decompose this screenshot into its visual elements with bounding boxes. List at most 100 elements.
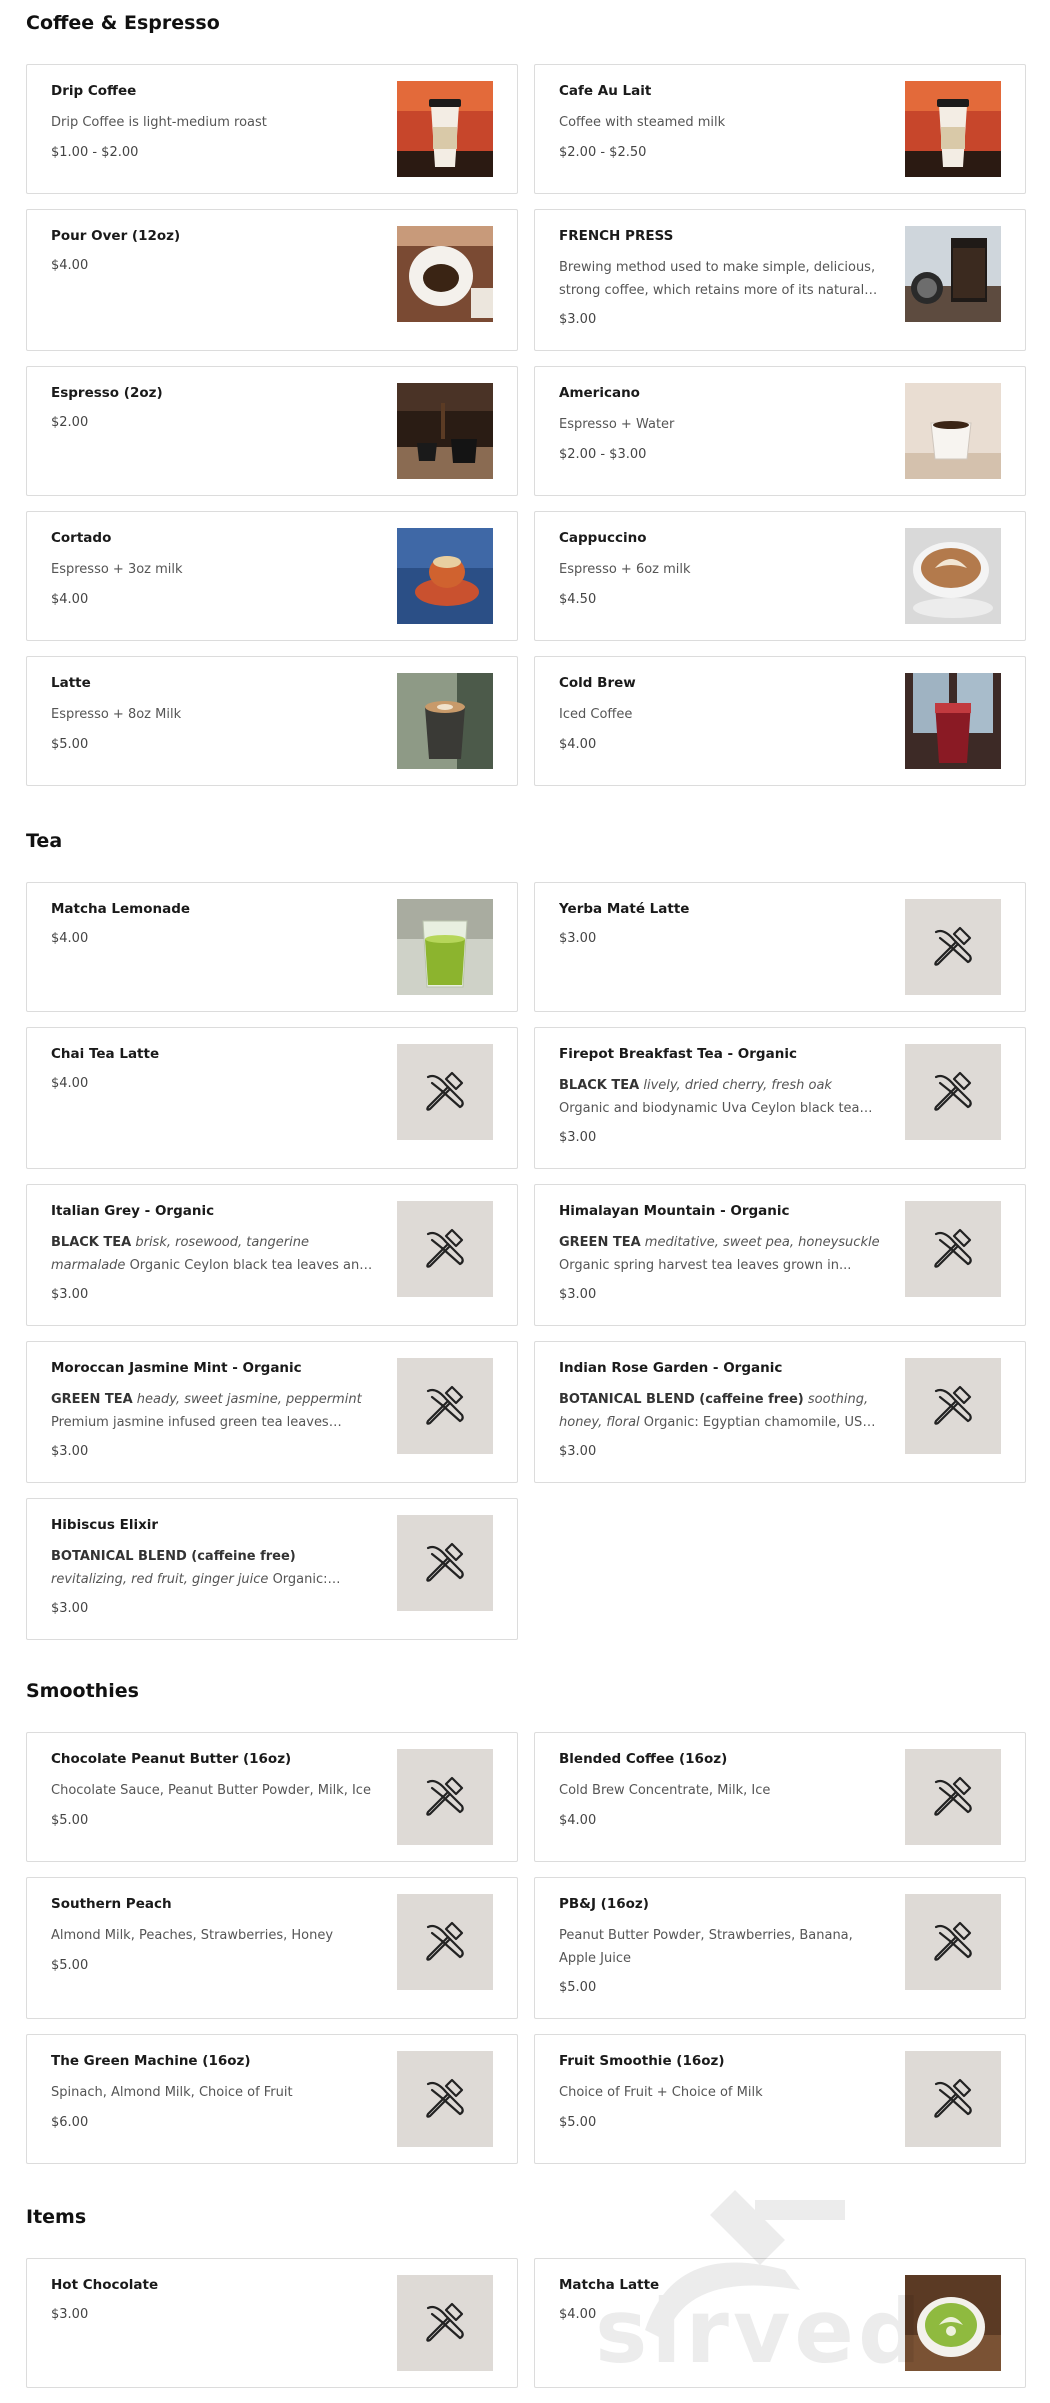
item-description: Drip Coffee is light-medium roast	[51, 115, 267, 130]
item-name: Yerba Maté Latte	[559, 901, 690, 917]
item-name: Cortado	[51, 530, 112, 546]
menu-item-cold-brew[interactable]: Cold Brew Iced Coffee $4.00	[534, 656, 1026, 786]
menu-item-southern-peach[interactable]: Southern Peach Almond Milk, Peaches, Str…	[26, 1877, 518, 2019]
item-name: Blended Coffee (16oz)	[559, 1751, 728, 1767]
item-price: $4.00	[559, 1813, 597, 1828]
item-price: $6.00	[51, 2115, 89, 2130]
pour-over-photo	[397, 226, 493, 322]
item-price: $3.00	[51, 1287, 89, 1302]
menu-item-hot-chocolate[interactable]: Hot Chocolate $3.00	[26, 2258, 518, 2388]
item-description: Espresso + Water	[559, 417, 675, 432]
tea-type: GREEN TEA	[51, 1392, 133, 1407]
item-description: BOTANICAL BLEND (caffeine free) revitali…	[51, 1545, 373, 1591]
item-description: GREEN TEA heady, sweet jasmine, peppermi…	[51, 1388, 373, 1434]
item-price: $2.00 - $2.50	[559, 145, 647, 160]
item-description: Almond Milk, Peaches, Strawberries, Hone…	[51, 1928, 334, 1943]
item-price: $5.00	[51, 1958, 89, 1973]
item-description: Coffee with steamed milk	[559, 115, 726, 130]
section-title-items: Items	[26, 2206, 87, 2228]
fork-knife-icon	[397, 1515, 493, 1611]
item-description: Chocolate Sauce, Peanut Butter Powder, M…	[51, 1783, 371, 1798]
item-name: Matcha Latte	[559, 2277, 660, 2293]
cold-brew-photo	[905, 673, 1001, 769]
fork-knife-icon	[905, 1044, 1001, 1140]
item-price: $3.00	[559, 1287, 597, 1302]
menu-item-indian-rose-garden[interactable]: Indian Rose Garden - Organic BOTANICAL B…	[534, 1341, 1026, 1483]
item-price: $4.00	[51, 1076, 89, 1091]
description-text: Organic and biodynamic Uva Ceylon black …	[559, 1101, 860, 1116]
tea-type: BOTANICAL BLEND (caffeine free)	[559, 1392, 804, 1407]
menu-item-chai-tea-latte[interactable]: Chai Tea Latte $4.00	[26, 1027, 518, 1169]
menu-item-hibiscus-elixir[interactable]: Hibiscus Elixir BOTANICAL BLEND (caffein…	[26, 1498, 518, 1640]
menu-item-americano[interactable]: Americano Espresso + Water $2.00 - $3.00	[534, 366, 1026, 496]
tasting-notes: lively, dried cherry, fresh oak	[643, 1078, 832, 1093]
fork-knife-icon	[397, 2275, 493, 2371]
french-press-photo	[905, 226, 1001, 322]
menu-item-yerba-mate-latte[interactable]: Yerba Maté Latte $3.00	[534, 882, 1026, 1012]
item-name: Espresso (2oz)	[51, 385, 163, 401]
matcha-lemonade-photo	[397, 899, 493, 995]
menu-item-cappuccino[interactable]: Cappuccino Espresso + 6oz milk $4.50	[534, 511, 1026, 641]
item-name: Cold Brew	[559, 675, 636, 691]
menu-item-himalayan-mountain[interactable]: Himalayan Mountain - Organic GREEN TEA m…	[534, 1184, 1026, 1326]
item-price: $3.00	[559, 1444, 597, 1459]
tea-type: BLACK TEA	[559, 1078, 640, 1093]
item-price: $5.00	[51, 737, 89, 752]
tasting-notes: meditative, sweet pea, honeysuckle	[644, 1235, 880, 1250]
menu-item-french-press[interactable]: FRENCH PRESS Brewing method used to make…	[534, 209, 1026, 351]
item-name: The Green Machine (16oz)	[51, 2053, 251, 2069]
tasting-notes: revitalizing, red fruit, ginger juice	[51, 1572, 269, 1587]
tea-type: BOTANICAL BLEND (caffeine free)	[51, 1549, 296, 1564]
item-name: Drip Coffee	[51, 83, 137, 99]
item-name: Italian Grey - Organic	[51, 1203, 215, 1219]
item-name: Hibiscus Elixir	[51, 1517, 159, 1533]
menu-item-blended-coffee[interactable]: Blended Coffee (16oz) Cold Brew Concentr…	[534, 1732, 1026, 1862]
item-name: FRENCH PRESS	[559, 228, 674, 244]
menu-item-firepot-breakfast-tea[interactable]: Firepot Breakfast Tea - Organic BLACK TE…	[534, 1027, 1026, 1169]
coffee-cup-photo	[397, 81, 493, 177]
menu-item-moroccan-jasmine-mint[interactable]: Moroccan Jasmine Mint - Organic GREEN TE…	[26, 1341, 518, 1483]
section-title-smoothies: Smoothies	[26, 1680, 139, 1702]
item-price: $3.00	[559, 312, 597, 327]
fork-knife-icon	[905, 899, 1001, 995]
item-name: Southern Peach	[51, 1896, 172, 1912]
menu-item-matcha-lemonade[interactable]: Matcha Lemonade $4.00	[26, 882, 518, 1012]
item-name: Himalayan Mountain - Organic	[559, 1203, 790, 1219]
item-price: $4.00	[51, 258, 89, 273]
fork-knife-icon	[905, 1749, 1001, 1845]
coffee-cup-photo	[905, 81, 1001, 177]
item-description: Brewing method used to make simple, deli…	[559, 260, 876, 298]
item-description: BLACK TEA lively, dried cherry, fresh oa…	[559, 1074, 881, 1120]
fork-knife-icon	[905, 1201, 1001, 1297]
menu-item-matcha-latte[interactable]: Matcha Latte $4.00	[534, 2258, 1026, 2388]
menu-item-cafe-au-lait[interactable]: Cafe Au Lait Coffee with steamed milk $2…	[534, 64, 1026, 194]
menu-item-italian-grey[interactable]: Italian Grey - Organic BLACK TEA brisk, …	[26, 1184, 518, 1326]
tasting-notes: heady, sweet jasmine, peppermint	[136, 1392, 362, 1407]
menu-item-pbj[interactable]: PB&J (16oz) Peanut Butter Powder, Strawb…	[534, 1877, 1026, 2019]
item-name: Latte	[51, 675, 91, 691]
espresso-photo	[397, 383, 493, 479]
menu-item-chocolate-peanut-butter[interactable]: Chocolate Peanut Butter (16oz) Chocolate…	[26, 1732, 518, 1862]
item-price: $4.50	[559, 592, 597, 607]
item-price: $3.00	[51, 1601, 89, 1616]
item-description: Cold Brew Concentrate, Milk, Ice	[559, 1783, 771, 1798]
item-name: Pour Over (12oz)	[51, 228, 181, 244]
menu-item-pour-over[interactable]: Pour Over (12oz) $4.00	[26, 209, 518, 351]
menu-item-latte[interactable]: Latte Espresso + 8oz Milk $5.00	[26, 656, 518, 786]
menu-item-espresso[interactable]: Espresso (2oz) $2.00	[26, 366, 518, 496]
item-name: Firepot Breakfast Tea - Organic	[559, 1046, 797, 1062]
item-name: Cafe Au Lait	[559, 83, 652, 99]
item-description: GREEN TEA meditative, sweet pea, honeysu…	[559, 1231, 881, 1277]
item-name: Moroccan Jasmine Mint - Organic	[51, 1360, 302, 1376]
description-text: Premium jasmine infused green tea leaves…	[51, 1415, 329, 1430]
item-price: $4.00	[51, 592, 89, 607]
menu-item-cortado[interactable]: Cortado Espresso + 3oz milk $4.00	[26, 511, 518, 641]
item-price: $3.00	[559, 931, 597, 946]
item-description: Espresso + 6oz milk	[559, 562, 691, 577]
item-price: $3.00	[51, 2307, 89, 2322]
fork-knife-icon	[905, 1358, 1001, 1454]
menu-item-drip-coffee[interactable]: Drip Coffee Drip Coffee is light-medium …	[26, 64, 518, 194]
menu-item-green-machine[interactable]: The Green Machine (16oz) Spinach, Almond…	[26, 2034, 518, 2164]
menu-item-fruit-smoothie[interactable]: Fruit Smoothie (16oz) Choice of Fruit + …	[534, 2034, 1026, 2164]
item-price: $3.00	[51, 1444, 89, 1459]
